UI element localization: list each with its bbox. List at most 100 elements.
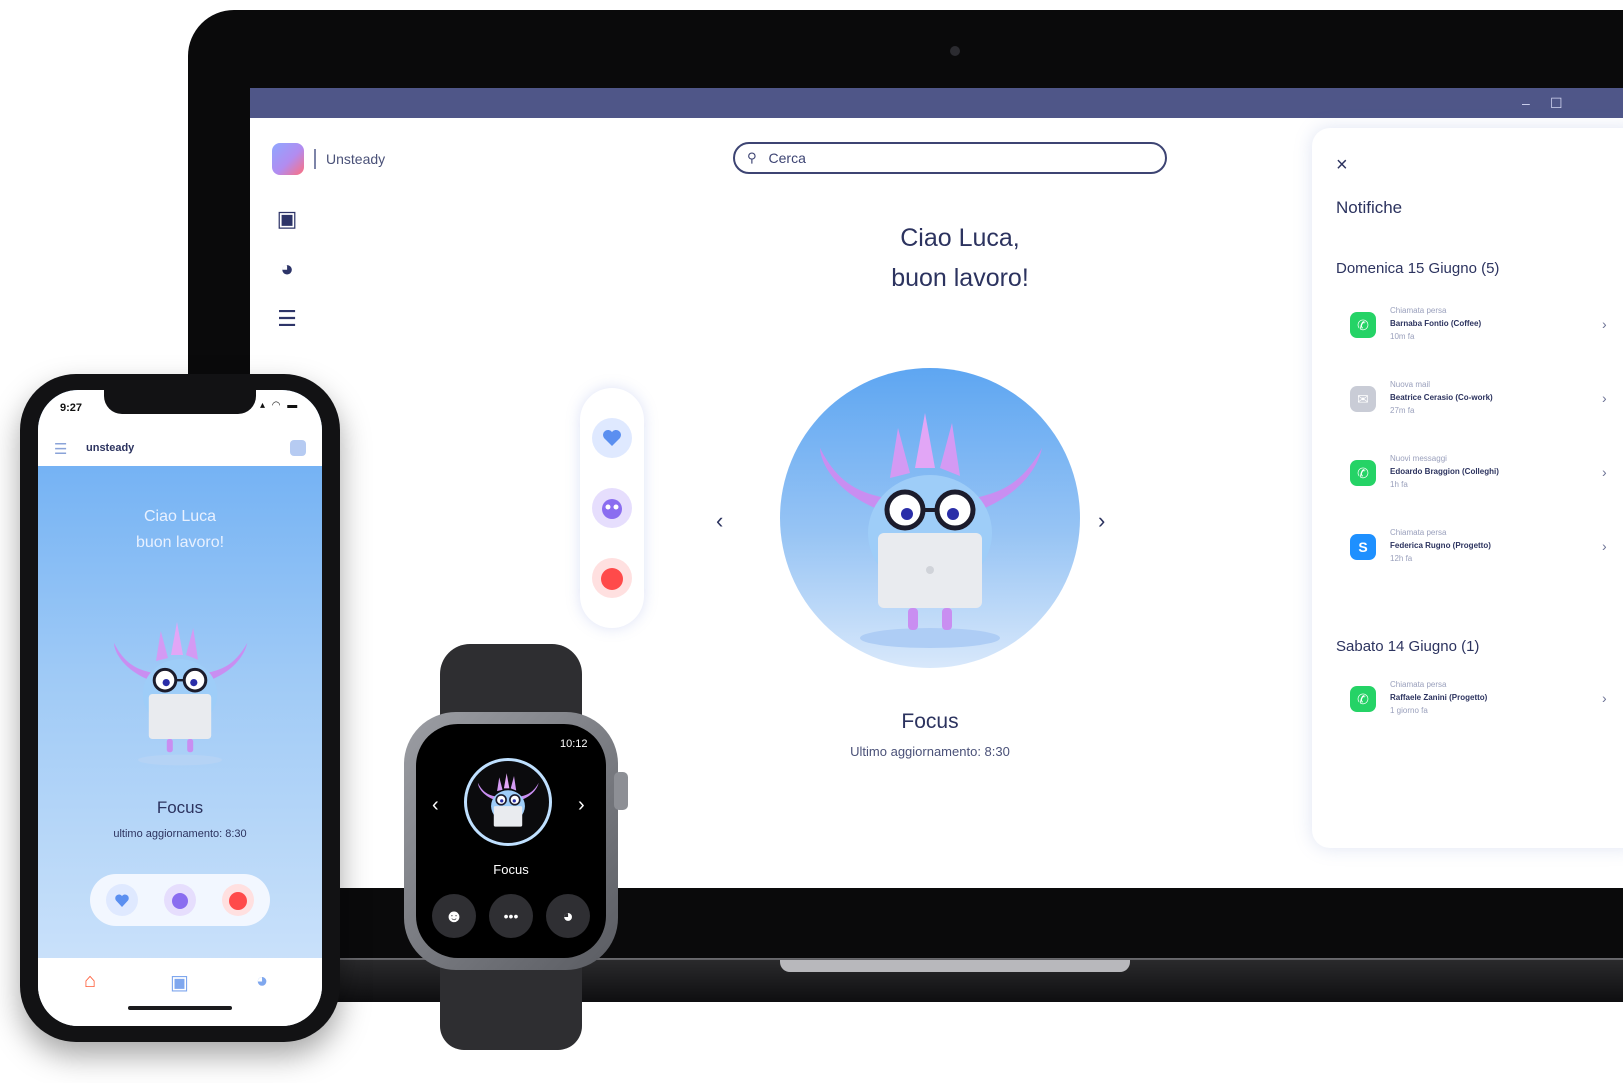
sliders-icon[interactable]: ☰ <box>274 306 300 332</box>
laptop-opening-notch <box>780 960 1130 972</box>
watch-next-button[interactable]: › <box>578 794 585 817</box>
mood-selector <box>580 388 644 628</box>
brand: Unsteady <box>272 143 385 175</box>
notification-time: 10m fa <box>1390 332 1415 341</box>
whatsapp-icon: ✆ <box>1350 686 1376 712</box>
notification-day-header: Sabato 14 Giugno (1) <box>1336 638 1480 655</box>
phone-tab-bar: ⌂ ▣ ◕ <box>38 958 322 1026</box>
greeting-line-1: Ciao Luca, <box>900 224 1020 252</box>
notification-type: Chiamata persa <box>1390 680 1447 689</box>
more-icon[interactable]: ••• <box>489 894 533 938</box>
notification-sender: Beatrice Cerasio (Co-work) <box>1390 393 1493 402</box>
phone-status-subtitle: ultimo aggiornamento: 8:30 <box>113 828 247 840</box>
phone-greeting: Ciao Luca buon lavoro! <box>78 504 282 556</box>
mascot-mood-icon <box>164 884 196 916</box>
camera-dot <box>950 46 960 56</box>
notification-item[interactable]: ✉ Nuova mail Beatrice Cerasio (Co-work) … <box>1350 378 1607 422</box>
notification-type: Nuova mail <box>1390 380 1431 389</box>
notifications-panel: × Notifiche Domenica 15 Giugno (5) ✆ Chi… <box>1312 128 1623 848</box>
notification-item[interactable]: ✆ Chiamata persa Raffaele Zanini (Proget… <box>1350 678 1607 722</box>
minimize-button[interactable]: – <box>1522 96 1530 110</box>
notification-time: 27m fa <box>1390 406 1415 415</box>
watch-status-label: Focus <box>493 862 529 877</box>
chevron-right-icon: › <box>1602 316 1607 332</box>
notification-item[interactable]: S Chiamata persa Federica Rugno (Progett… <box>1350 526 1607 570</box>
phone-frame: 9:27 ▴ ◠ ▬ ☰ unsteady Ciao Luca buon lav… <box>20 374 340 1042</box>
heart-icon <box>592 418 632 458</box>
watch-screen: 10:12 ‹ › Focus ☻ ••• ◕ <box>416 724 606 958</box>
status-title: Focus <box>901 710 959 733</box>
mascot-icon <box>477 773 539 827</box>
notification-item[interactable]: ✆ Chiamata persa Barnaba Fontio (Coffee)… <box>1350 304 1607 348</box>
chevron-right-icon: › <box>1602 390 1607 406</box>
mascot-illustration <box>780 368 1080 668</box>
brand-divider <box>314 149 316 169</box>
chevron-right-icon: › <box>1602 464 1607 480</box>
mascot-mood-button[interactable] <box>164 884 196 916</box>
phone-screen: 9:27 ▴ ◠ ▬ ☰ unsteady Ciao Luca buon lav… <box>38 390 322 1026</box>
chevron-right-icon: › <box>1602 538 1607 554</box>
system-status-icons: ▴ ◠ ▬ <box>260 400 300 411</box>
angry-mood-icon <box>592 558 632 598</box>
notification-sender: Federica Rugno (Progetto) <box>1390 541 1491 550</box>
app-logo-icon <box>272 143 304 175</box>
menu-icon[interactable]: ☰ <box>54 440 67 458</box>
notification-day-header: Domenica 15 Giugno (5) <box>1336 260 1500 277</box>
home-indicator <box>128 1006 232 1010</box>
watch-crown[interactable] <box>614 772 628 810</box>
phone-greeting-line-1: Ciao Luca <box>143 508 217 525</box>
phone-status-title: Focus <box>156 798 204 817</box>
watch-clock: 10:12 <box>560 738 588 750</box>
heart-icon <box>106 884 138 916</box>
carousel-prev-button[interactable]: ‹ <box>716 508 723 534</box>
angry-mood-button[interactable] <box>592 558 632 598</box>
notification-item[interactable]: ✆ Nuovi messaggi Edoardo Braggion (Colle… <box>1350 452 1607 496</box>
mascot-icon <box>114 622 248 766</box>
heart-mood-button[interactable] <box>592 418 632 458</box>
mascot-mood-button[interactable] <box>592 488 632 528</box>
phone-clock: 9:27 <box>60 402 83 414</box>
notification-sender: Edoardo Braggion (Colleghi) <box>1390 467 1499 476</box>
close-icon[interactable]: × <box>1336 154 1348 177</box>
notification-sender: Barnaba Fontio (Coffee) <box>1390 319 1482 328</box>
notification-time: 1h fa <box>1390 480 1408 489</box>
mood-icon[interactable]: ☻ <box>432 894 476 938</box>
greeting-line-2: buon lavoro! <box>891 264 1029 292</box>
carousel-next-button[interactable]: › <box>1098 508 1105 534</box>
search-icon: ⚲ <box>747 150 757 165</box>
avatar[interactable] <box>290 440 306 456</box>
whatsapp-icon: ✆ <box>1350 460 1376 486</box>
notification-type: Chiamata persa <box>1390 306 1447 315</box>
angry-mood-icon <box>222 884 254 916</box>
pie-chart-icon[interactable]: ◕ <box>546 894 590 938</box>
notification-time: 12h fa <box>1390 554 1413 563</box>
notification-sender: Raffaele Zanini (Progetto) <box>1390 693 1488 702</box>
notification-time: 1 giorno fa <box>1390 706 1428 715</box>
skype-icon: S <box>1350 534 1376 560</box>
chevron-right-icon: › <box>1602 690 1607 706</box>
whatsapp-icon: ✆ <box>1350 312 1376 338</box>
phone-status-bar: 9:27 ▴ ◠ ▬ <box>38 390 322 430</box>
notification-type: Nuovi messaggi <box>1390 454 1447 463</box>
watch-mascot-ring <box>464 758 552 846</box>
watch-prev-button[interactable]: ‹ <box>432 794 439 817</box>
heart-mood-button[interactable] <box>106 884 138 916</box>
mascot-icon <box>820 413 1042 648</box>
notifications-title: Notifiche <box>1336 198 1403 217</box>
notebook-icon[interactable]: ▣ <box>170 970 189 995</box>
home-icon[interactable]: ⌂ <box>84 970 96 993</box>
search-bar[interactable]: ⚲ <box>733 142 1167 174</box>
greeting: Ciao Luca, buon lavoro! <box>790 218 1130 298</box>
phone-brand-name: unsteady <box>86 442 135 454</box>
mail-icon: ✉ <box>1350 386 1376 412</box>
angry-mood-button[interactable] <box>222 884 254 916</box>
search-input[interactable] <box>766 149 1131 167</box>
maximize-button[interactable]: ☐ <box>1550 96 1563 110</box>
phone-greeting-line-2: buon lavoro! <box>135 534 225 551</box>
pie-chart-icon[interactable]: ◕ <box>256 970 268 993</box>
window-titlebar: – ☐ <box>250 88 1623 118</box>
notebook-icon[interactable]: ▣ <box>274 206 300 232</box>
status-subtitle: Ultimo aggiornamento: 8:30 <box>850 744 1010 759</box>
brand-name: Unsteady <box>326 151 386 167</box>
pie-chart-icon[interactable]: ◕ <box>274 256 300 282</box>
